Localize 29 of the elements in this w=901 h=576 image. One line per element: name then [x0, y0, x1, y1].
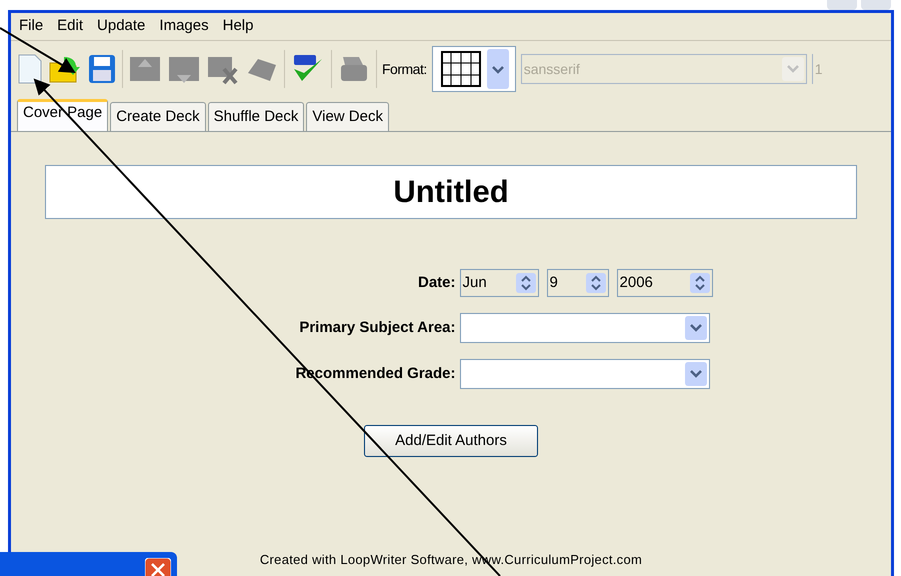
- close-icon[interactable]: [145, 558, 171, 576]
- day-spinner[interactable]: 9: [546, 269, 609, 297]
- tab[interactable]: Cover Page: [17, 99, 108, 131]
- spinner-arrows-icon[interactable]: [586, 273, 606, 293]
- menu-item[interactable]: Update: [97, 15, 146, 38]
- year-spinner[interactable]: 2006: [616, 269, 713, 297]
- dropdown-field[interactable]: [460, 313, 710, 343]
- menu-item[interactable]: Help: [222, 15, 254, 38]
- dropdown-field[interactable]: [460, 359, 710, 389]
- menu-item[interactable]: Edit: [57, 15, 84, 38]
- field-label: Primary Subject Area:: [298, 318, 456, 338]
- tab[interactable]: Shuffle Deck: [208, 102, 304, 131]
- menu-item[interactable]: Images: [159, 15, 209, 38]
- spinner-arrows-icon[interactable]: [516, 273, 536, 293]
- format-label: Format:: [382, 60, 427, 78]
- tab[interactable]: View Deck: [306, 102, 389, 131]
- add-edit-authors-button[interactable]: Add/Edit Authors: [364, 425, 538, 457]
- chevron-down-icon[interactable]: [486, 49, 509, 89]
- new-document-icon[interactable]: [17, 53, 43, 85]
- spinner-arrows-icon[interactable]: [690, 273, 710, 293]
- tab[interactable]: Create Deck: [110, 102, 206, 131]
- grid-icon: [440, 51, 481, 87]
- title-field[interactable]: Untitled: [45, 165, 857, 219]
- date-label: Date:: [417, 272, 456, 293]
- format-dropdown[interactable]: [432, 46, 516, 92]
- chevron-down-icon[interactable]: [684, 316, 707, 340]
- menu-item[interactable]: File: [19, 15, 44, 38]
- chevron-down-icon[interactable]: [684, 362, 707, 386]
- month-spinner[interactable]: Jun: [460, 269, 539, 297]
